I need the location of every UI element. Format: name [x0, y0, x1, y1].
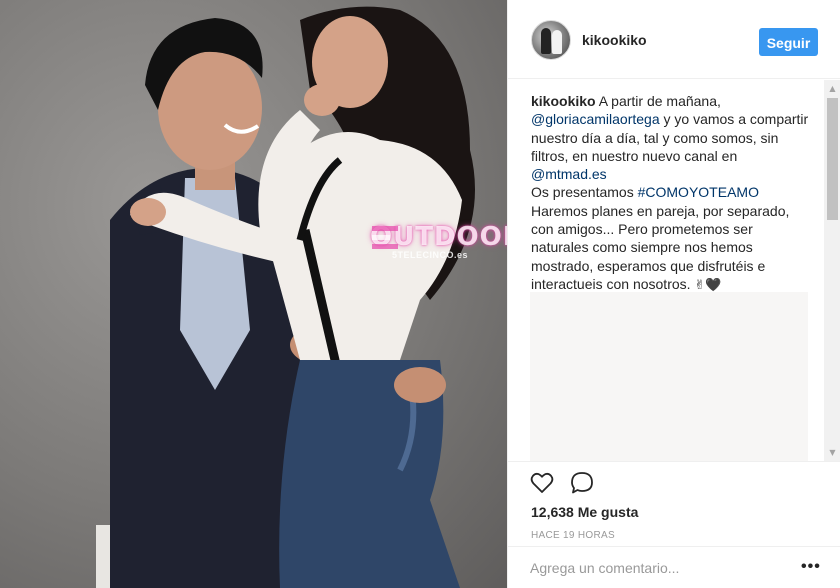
scrollbar[interactable]: ▲ ▼ — [824, 80, 840, 461]
heart-icon[interactable] — [529, 470, 555, 496]
caption: kikookiko A partir de mañana, @gloriacam… — [531, 92, 811, 295]
more-options-icon[interactable]: ••• — [801, 559, 821, 575]
follow-button[interactable]: Seguir — [759, 28, 818, 56]
username-link[interactable]: kikookiko — [582, 32, 647, 48]
watermark-logo-icon — [372, 226, 398, 249]
mention-gloria-link[interactable]: @gloriacamilaortega — [531, 111, 660, 127]
mention-mtmad-link[interactable]: @mtmad.es — [531, 166, 607, 182]
likes-count[interactable]: 12,638 Me gusta — [531, 504, 638, 520]
avatar[interactable] — [531, 20, 571, 60]
caption-emojis: ✌🖤 — [694, 277, 722, 293]
hashtag-link[interactable]: #COMOYOTEAMO — [638, 184, 759, 200]
watermark: OUTDOOR 5TELECINCO.es — [370, 222, 507, 260]
comment-input[interactable] — [528, 555, 802, 581]
caption-username[interactable]: kikookiko — [531, 93, 596, 109]
comment-icon[interactable] — [569, 470, 595, 496]
avatar-figure-light — [552, 30, 562, 54]
post-actions: 12,638 Me gusta HACE 19 HORAS — [508, 461, 840, 546]
caption-text-1: A partir de mañana, — [595, 93, 721, 109]
avatar-figure-dark — [541, 28, 551, 54]
caption-text-3: Os presentamos — [531, 184, 638, 201]
scroll-up-arrow-icon[interactable]: ▲ — [824, 80, 840, 97]
photo-illustration — [96, 6, 475, 588]
post-timestamp[interactable]: HACE 19 HORAS — [531, 530, 615, 541]
caption-scroll-area[interactable]: kikookiko A partir de mañana, @gloriacam… — [508, 80, 840, 461]
caption-text-4: Haremos planes en pareja, por separado, … — [531, 202, 790, 292]
post-header: kikookiko Seguir — [508, 0, 840, 79]
scroll-thumb[interactable] — [827, 98, 838, 220]
post-photo[interactable]: OUTDOOR 5TELECINCO.es — [0, 0, 507, 588]
comment-section: ••• — [508, 546, 840, 588]
scroll-down-arrow-icon[interactable]: ▼ — [824, 444, 840, 461]
placeholder-box — [530, 292, 808, 461]
post-side-panel: kikookiko Seguir kikookiko A partir de m… — [507, 0, 840, 588]
